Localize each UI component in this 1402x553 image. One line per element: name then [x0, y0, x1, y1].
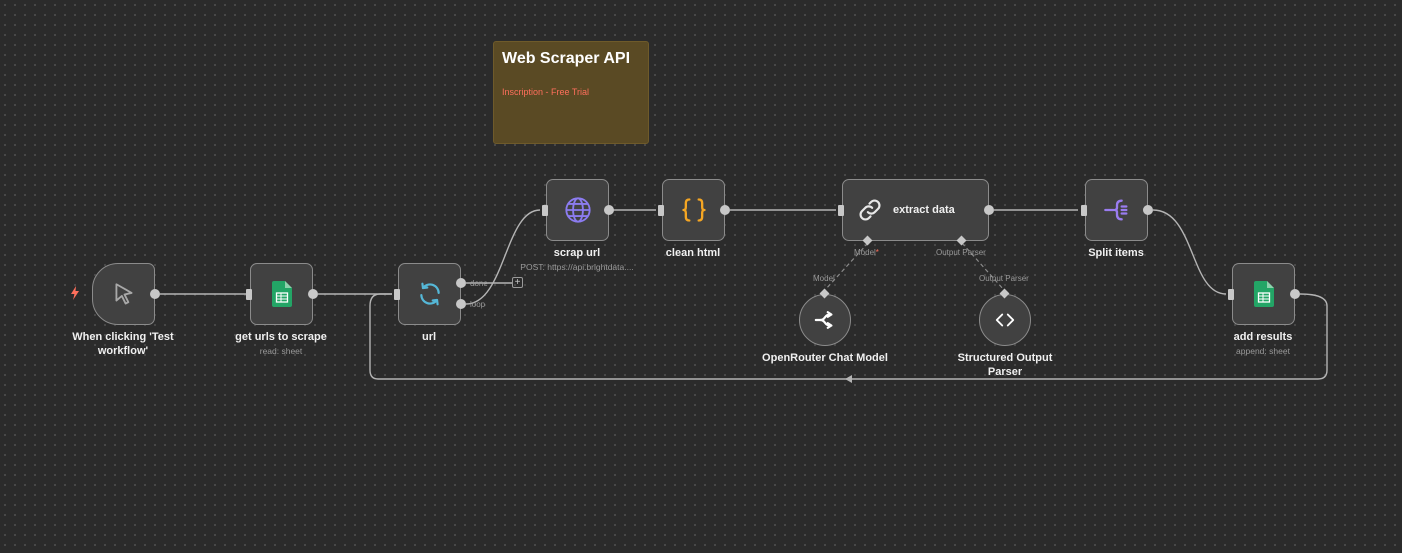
openrouter-icon: [814, 311, 833, 329]
extract-port-model-label: Model*: [854, 248, 879, 257]
loop-out-loop-label: loop: [470, 300, 486, 309]
split-icon: [1103, 199, 1127, 221]
node-scrap-sub: POST: https://api.brightdata....: [520, 262, 634, 272]
cursor-icon: [114, 283, 133, 305]
openrouter-port-label: Model: [813, 274, 835, 283]
output-port-loop[interactable]: [456, 299, 466, 309]
node-get-urls-sub: read: sheet: [259, 346, 303, 356]
node-openrouter-label: OpenRouter Chat Model: [762, 352, 888, 364]
node-clean-label: clean html: [665, 247, 721, 259]
input-port[interactable]: [246, 289, 252, 300]
output-port[interactable]: [720, 205, 730, 215]
link-chain-icon: [859, 199, 881, 221]
google-sheets-icon: [1253, 281, 1274, 307]
output-port-done[interactable]: [456, 278, 466, 288]
node-add-results[interactable]: [1232, 263, 1295, 325]
input-port[interactable]: [1081, 205, 1087, 216]
input-port[interactable]: [838, 205, 844, 216]
node-extract-label: extract data: [893, 204, 955, 216]
node-extract-data[interactable]: extract data: [842, 179, 989, 241]
edge-back-arrow: [845, 375, 852, 383]
node-add-label: add results: [1233, 331, 1293, 343]
node-split-items[interactable]: [1085, 179, 1148, 241]
input-port[interactable]: [658, 205, 664, 216]
node-get-urls-label: get urls to scrape: [235, 331, 327, 343]
structured-parser-port-label: Output Parser: [979, 274, 1029, 283]
node-structured-output-parser[interactable]: [979, 294, 1031, 346]
output-port[interactable]: [984, 205, 994, 215]
input-port[interactable]: [1228, 289, 1234, 300]
node-parser-label: Structured Output Parser: [957, 352, 1053, 378]
output-port[interactable]: [1143, 205, 1153, 215]
add-node-plus-button[interactable]: +: [512, 277, 523, 288]
node-trigger-label: When clicking 'Test workflow': [72, 331, 174, 357]
extract-port-parser-label: Output Parser: [936, 248, 986, 257]
sticky-subtitle: Inscription - Free Trial: [502, 87, 590, 97]
node-scrap-url[interactable]: [546, 179, 609, 241]
node-openrouter-chat-model[interactable]: [799, 294, 851, 346]
lightning-icon: [71, 286, 79, 300]
google-sheets-icon: [271, 281, 292, 307]
input-port[interactable]: [542, 205, 548, 216]
node-trigger[interactable]: [92, 263, 155, 325]
sticky-title: Web Scraper API: [502, 50, 631, 67]
code-brackets-icon: [995, 313, 1015, 327]
edge-add-to-loop-back: [369, 293, 1328, 380]
sticky-note[interactable]: Web Scraper API Inscription - Free Trial: [493, 41, 649, 144]
output-port[interactable]: [308, 289, 318, 299]
connections-layer: [160, 209, 1328, 383]
globe-icon: [564, 197, 591, 223]
node-loop-url[interactable]: [398, 263, 461, 325]
node-add-sub: append: sheet: [1236, 346, 1290, 356]
required-marker: *: [875, 248, 879, 257]
node-split-label: Split items: [1088, 247, 1144, 259]
output-port[interactable]: [150, 289, 160, 299]
loop-out-done-label: done: [470, 279, 488, 288]
input-port[interactable]: [394, 289, 400, 300]
output-port[interactable]: [604, 205, 614, 215]
node-get-urls[interactable]: [250, 263, 313, 325]
node-clean-html[interactable]: [662, 179, 725, 241]
code-braces-icon: [681, 198, 706, 222]
loop-icon: [419, 282, 440, 306]
node-loop-label: url: [421, 331, 437, 343]
output-port[interactable]: [1290, 289, 1300, 299]
